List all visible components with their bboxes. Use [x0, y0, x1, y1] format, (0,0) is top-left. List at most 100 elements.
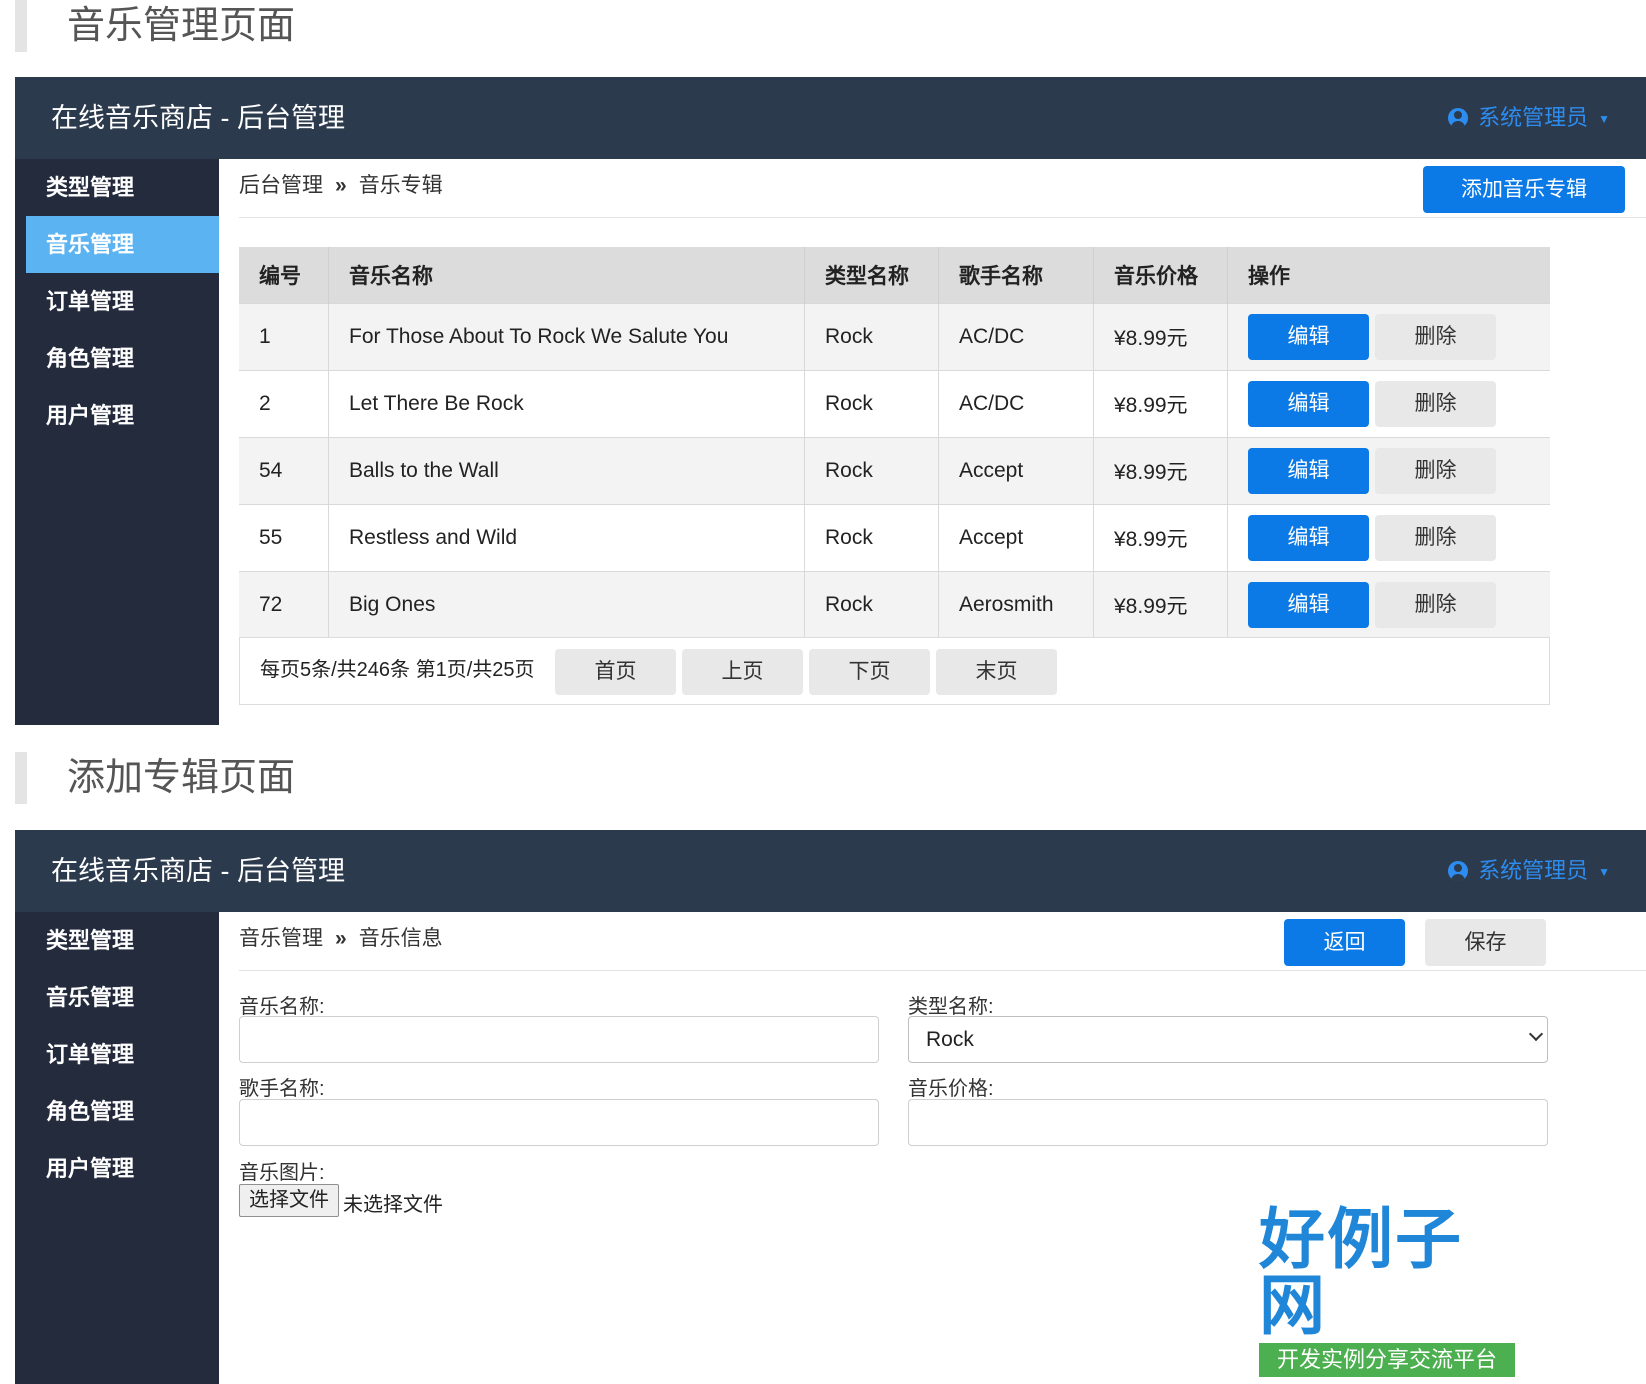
breadcrumb-current: 音乐专辑: [358, 174, 443, 197]
cell-price: ¥8.99元: [1093, 303, 1228, 371]
watermark-logo: 好例子网 开发实例分享交流平台: [1259, 1207, 1515, 1377]
section-title-add: 添加专辑页面: [15, 752, 295, 804]
delete-button[interactable]: 删除: [1375, 582, 1496, 628]
breadcrumb-root[interactable]: 后台管理: [239, 174, 323, 197]
sidebar: 类型管理 音乐管理 订单管理 角色管理 用户管理: [15, 159, 219, 725]
music-name-input[interactable]: [239, 1016, 879, 1063]
top-navbar: 在线音乐商店 - 后台管理 系统管理员 ▼: [15, 830, 1646, 912]
column-header-id: 编号: [239, 247, 329, 304]
choose-file-button[interactable]: 选择文件: [239, 1184, 339, 1217]
sidebar-item-orders[interactable]: 订单管理: [15, 273, 219, 330]
sidebar-item-orders[interactable]: 订单管理: [15, 1026, 219, 1083]
caret-down-icon: ▼: [1598, 865, 1610, 879]
artist-input[interactable]: [239, 1099, 879, 1146]
table-row: 72 Big Ones Rock Aerosmith ¥8.99元 编辑 删除: [239, 571, 1550, 638]
next-page-button[interactable]: 下页: [809, 649, 930, 695]
save-button[interactable]: 保存: [1425, 919, 1546, 966]
last-page-button[interactable]: 末页: [936, 649, 1057, 695]
column-header-actions: 操作: [1227, 247, 1550, 304]
user-name: 系统管理员: [1478, 858, 1589, 883]
sidebar-item-roles[interactable]: 角色管理: [15, 1083, 219, 1140]
sidebar-item-users[interactable]: 用户管理: [15, 387, 219, 444]
sidebar-item-genre[interactable]: 类型管理: [15, 912, 219, 969]
cell-price: ¥8.99元: [1093, 504, 1228, 572]
image-label: 音乐图片:: [239, 1162, 325, 1184]
pagination: 每页5条/共246条 第1页/共25页 首页 上页 下页 末页: [239, 637, 1550, 705]
cell-genre: Rock: [804, 504, 939, 572]
cell-price: ¥8.99元: [1093, 370, 1228, 438]
table-header-row: 编号 音乐名称 类型名称 歌手名称 音乐价格 操作: [239, 247, 1550, 304]
breadcrumb-root[interactable]: 音乐管理: [239, 927, 323, 950]
music-list-panel: 在线音乐商店 - 后台管理 系统管理员 ▼ 类型管理 音乐管理 订单管理 角色管理…: [15, 77, 1646, 725]
cell-genre: Rock: [804, 437, 939, 505]
cell-genre: Rock: [804, 370, 939, 438]
user-menu[interactable]: 系统管理员 ▼: [1448, 77, 1610, 160]
section-title-list: 音乐管理页面: [15, 0, 295, 52]
column-header-genre: 类型名称: [804, 247, 939, 304]
cell-name: For Those About To Rock We Salute You: [328, 303, 805, 371]
prev-page-button[interactable]: 上页: [682, 649, 803, 695]
chevron-down-icon: [1528, 1026, 1544, 1042]
breadcrumb-separator: »: [335, 927, 347, 950]
column-header-price: 音乐价格: [1093, 247, 1228, 304]
breadcrumb: 音乐管理 » 音乐信息: [239, 922, 443, 952]
divider: [239, 970, 1646, 971]
cell-id: 1: [239, 303, 329, 371]
column-header-name: 音乐名称: [328, 247, 805, 304]
sidebar-item-users[interactable]: 用户管理: [15, 1140, 219, 1197]
sidebar-item-music[interactable]: 音乐管理: [26, 216, 219, 273]
delete-button[interactable]: 删除: [1375, 448, 1496, 494]
breadcrumb-current: 音乐信息: [358, 927, 443, 950]
delete-button[interactable]: 删除: [1375, 515, 1496, 561]
edit-button[interactable]: 编辑: [1248, 314, 1369, 360]
cell-artist: AC/DC: [938, 370, 1094, 438]
price-input[interactable]: [908, 1099, 1548, 1146]
first-page-button[interactable]: 首页: [555, 649, 676, 695]
cell-artist: Accept: [938, 504, 1094, 572]
sidebar-item-roles[interactable]: 角色管理: [15, 330, 219, 387]
cell-id: 55: [239, 504, 329, 572]
cell-actions: 编辑 删除: [1227, 303, 1550, 371]
cell-id: 54: [239, 437, 329, 505]
cell-actions: 编辑 删除: [1227, 370, 1550, 438]
cell-genre: Rock: [804, 303, 939, 371]
edit-button[interactable]: 编辑: [1248, 582, 1369, 628]
breadcrumb-separator: »: [335, 174, 347, 197]
breadcrumb: 后台管理 » 音乐专辑: [239, 169, 443, 199]
file-status: 未选择文件: [343, 1194, 443, 1216]
main-content: 后台管理 » 音乐专辑 添加音乐专辑 编号 音乐名称 类型名称 歌手名称 音乐价格 …: [219, 159, 1646, 725]
artist-label: 歌手名称:: [239, 1078, 325, 1100]
user-icon: [1448, 861, 1469, 881]
cell-name: Let There Be Rock: [328, 370, 805, 438]
user-name: 系统管理员: [1478, 105, 1589, 130]
cell-actions: 编辑 删除: [1227, 504, 1550, 572]
sidebar-item-genre[interactable]: 类型管理: [15, 159, 219, 216]
edit-button[interactable]: 编辑: [1248, 381, 1369, 427]
genre-select[interactable]: Rock: [908, 1016, 1548, 1063]
edit-button[interactable]: 编辑: [1248, 448, 1369, 494]
cell-name: Restless and Wild: [328, 504, 805, 572]
delete-button[interactable]: 删除: [1375, 314, 1496, 360]
cell-price: ¥8.99元: [1093, 437, 1228, 505]
price-label: 音乐价格:: [908, 1078, 994, 1100]
divider: [239, 217, 1646, 218]
brand-title[interactable]: 在线音乐商店 - 后台管理: [51, 77, 345, 159]
sidebar: 类型管理 音乐管理 订单管理 角色管理 用户管理: [15, 912, 219, 1384]
cell-artist: Aerosmith: [938, 571, 1094, 638]
user-menu[interactable]: 系统管理员 ▼: [1448, 830, 1610, 913]
add-album-button[interactable]: 添加音乐专辑: [1423, 166, 1625, 213]
cell-name: Big Ones: [328, 571, 805, 638]
cell-artist: Accept: [938, 437, 1094, 505]
delete-button[interactable]: 删除: [1375, 381, 1496, 427]
sidebar-item-music[interactable]: 音乐管理: [15, 969, 219, 1026]
music-name-label: 音乐名称:: [239, 996, 325, 1018]
top-navbar: 在线音乐商店 - 后台管理 系统管理员 ▼: [15, 77, 1646, 159]
cell-genre: Rock: [804, 571, 939, 638]
back-button[interactable]: 返回: [1284, 919, 1405, 966]
genre-select-value: Rock: [926, 1028, 974, 1051]
watermark-logo-text: 好例子网: [1259, 1201, 1463, 1344]
edit-button[interactable]: 编辑: [1248, 515, 1369, 561]
album-table: 编号 音乐名称 类型名称 歌手名称 音乐价格 操作 1 For Those Ab…: [239, 247, 1550, 638]
brand-title[interactable]: 在线音乐商店 - 后台管理: [51, 830, 345, 912]
table-row: 2 Let There Be Rock Rock AC/DC ¥8.99元 编辑…: [239, 370, 1550, 438]
